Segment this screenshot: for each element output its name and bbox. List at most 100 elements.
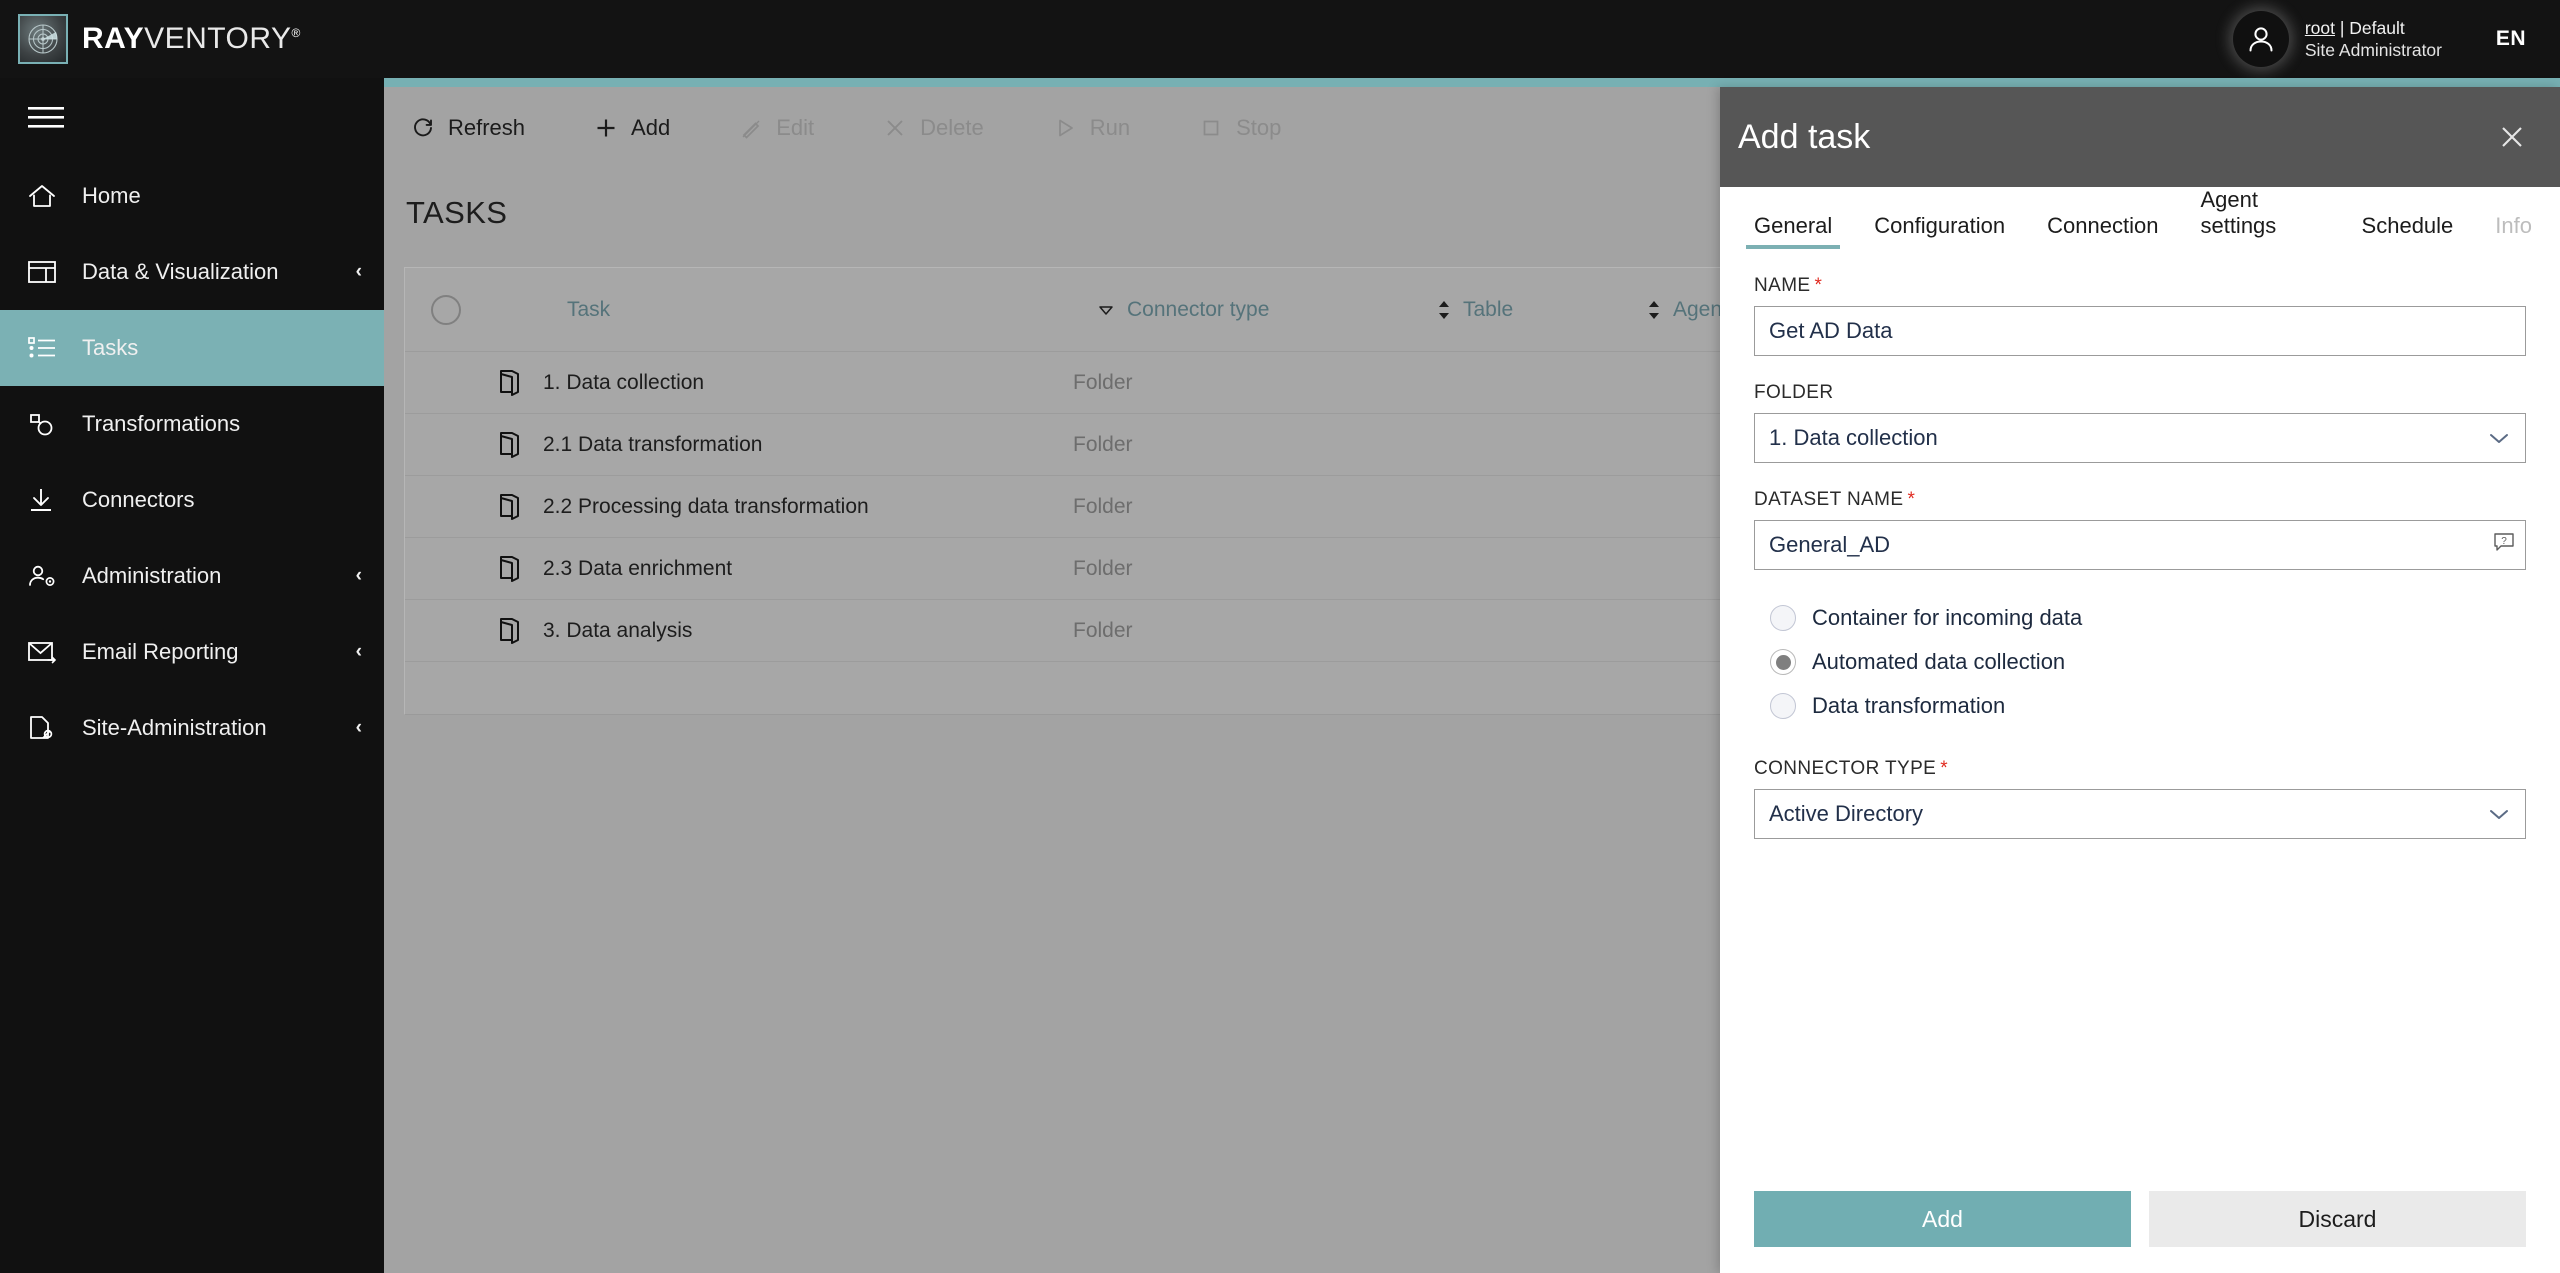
sidebar-item-tasks[interactable]: Tasks [0, 310, 384, 386]
column-label: Task [567, 297, 611, 321]
field-connector-type: CONNECTOR TYPE * Active Directory [1754, 758, 2526, 839]
stop-icon [1200, 117, 1224, 139]
home-icon [28, 183, 72, 209]
sidebar-item-label: Site-Administration [82, 715, 267, 740]
dataset-name-input[interactable]: General_AD ? [1754, 520, 2526, 570]
dataset-name-label: DATASET NAME * [1754, 489, 2526, 511]
accent-bar [0, 78, 2560, 87]
column-header-connector-type[interactable]: Connector type [1097, 298, 1437, 322]
task-name: 2.1 Data transformation [543, 432, 763, 456]
user-menu[interactable]: root | Default Site Administrator [2232, 0, 2442, 78]
sidebar-item-data-visualization[interactable]: Data & Visualization ‹ [0, 234, 384, 310]
connector-type-select[interactable]: Active Directory [1754, 789, 2526, 839]
help-tooltip-icon[interactable]: ? [2493, 531, 2515, 559]
sidebar-item-transformations[interactable]: Transformations [0, 386, 384, 462]
connector-type: Folder [1073, 432, 1133, 456]
tab-agent-settings[interactable]: Agent settings [2186, 187, 2333, 249]
sidebar-item-label: Data & Visualization [82, 259, 279, 284]
transformations-icon [28, 411, 72, 437]
connector-type-label-text: CONNECTOR TYPE [1754, 758, 1937, 779]
name-input[interactable]: Get AD Data [1754, 306, 2526, 356]
radio-automated-data-collection[interactable]: Automated data collection [1770, 640, 2526, 684]
add-button[interactable]: Add [595, 115, 700, 141]
add-task-button[interactable]: Add [1754, 1191, 2131, 1247]
connector-type: Folder [1073, 494, 1133, 518]
user-info: root | Default Site Administrator [2305, 17, 2442, 62]
user-login-link[interactable]: root [2305, 18, 2335, 38]
play-icon [1054, 117, 1078, 139]
brand-registered: ® [291, 26, 301, 40]
chevron-left-icon: ‹ [355, 565, 362, 586]
plus-icon [595, 117, 619, 139]
task-name: 1. Data collection [543, 370, 705, 394]
brand-name-bold: RAY [82, 22, 145, 55]
chevron-down-icon [2489, 425, 2509, 451]
folder-label: FOLDER [1754, 382, 1834, 403]
dataset-name-label-text: DATASET NAME [1754, 489, 1904, 510]
brand-wordmark: RAYVENTORY® [82, 22, 301, 56]
user-account-line: root | Default [2305, 17, 2442, 39]
add-task-panel: Add task General Configuration Connectio… [1720, 87, 2560, 1273]
radio-label: Container for incoming data [1812, 605, 2083, 630]
tab-configuration[interactable]: Configuration [1860, 213, 2019, 249]
sidebar-item-administration[interactable]: Administration ‹ [0, 538, 384, 614]
folder-select[interactable]: 1. Data collection [1754, 413, 2526, 463]
hamburger-menu-icon[interactable] [0, 78, 384, 158]
sidebar-item-label: Connectors [82, 487, 195, 512]
dataset-name-value: General_AD [1769, 532, 1891, 557]
sort-both-icon [1437, 299, 1451, 321]
x-icon [884, 117, 908, 139]
tab-connection[interactable]: Connection [2033, 213, 2172, 249]
column-header-task[interactable]: Task [567, 298, 1097, 322]
name-label: NAME * [1754, 275, 2526, 297]
run-label: Run [1089, 115, 1131, 140]
app-root: RAYVENTORY® root | Default Site Administ… [0, 0, 2560, 1273]
delete-label: Delete [920, 115, 984, 140]
user-tenant: | Default [2335, 17, 2405, 38]
delete-button: Delete [884, 115, 1014, 141]
tab-schedule[interactable]: Schedule [2348, 213, 2468, 249]
refresh-label: Refresh [448, 115, 526, 140]
edit-label: Edit [776, 115, 815, 140]
name-value: Get AD Data [1769, 318, 1893, 343]
refresh-button[interactable]: Refresh [412, 115, 555, 141]
radio-button[interactable] [1770, 649, 1796, 675]
field-dataset-name: DATASET NAME * General_AD ? [1754, 489, 2526, 570]
add-label: Add [631, 115, 671, 140]
select-all-circle-icon[interactable] [431, 294, 461, 325]
run-button: Run [1054, 115, 1160, 141]
column-header-table[interactable]: Table [1437, 298, 1647, 322]
sidebar-item-label: Tasks [82, 335, 139, 360]
connector-type-value: Active Directory [1769, 801, 1924, 826]
sidebar-item-email-reporting[interactable]: Email Reporting ‹ [0, 614, 384, 690]
name-label-text: NAME [1754, 275, 1811, 296]
sidebar-item-site-administration[interactable]: Site-Administration ‹ [0, 690, 384, 766]
column-label: Table [1463, 297, 1514, 321]
tab-general[interactable]: General [1740, 213, 1846, 249]
radio-button[interactable] [1770, 693, 1796, 719]
connector-type: Folder [1073, 370, 1133, 394]
sidebar: Home Data & Visualization ‹ Tasks Transf… [0, 78, 384, 1273]
task-name: 3. Data analysis [543, 618, 693, 642]
sort-both-icon [1647, 299, 1661, 321]
svg-text:?: ? [2501, 536, 2507, 547]
tab-info: Info [2495, 213, 2532, 238]
sidebar-item-connectors[interactable]: Connectors [0, 462, 384, 538]
discard-button[interactable]: Discard [2149, 1191, 2526, 1247]
stop-button: Stop [1200, 115, 1311, 141]
language-selector[interactable]: EN [2496, 0, 2526, 78]
radio-data-transformation[interactable]: Data transformation [1770, 684, 2526, 728]
required-asterisk: * [1814, 275, 1823, 296]
brand-logo[interactable]: RAYVENTORY® [18, 14, 301, 64]
user-role: Site Administrator [2304, 40, 2442, 60]
general-form: NAME * Get AD Data FOLDER 1. Data collect… [1720, 249, 2560, 839]
panel-title: Add task [1738, 117, 1871, 156]
close-icon[interactable] [2492, 117, 2532, 157]
radio-button[interactable] [1770, 605, 1796, 631]
column-label: Connector type [1127, 297, 1270, 321]
chevron-left-icon: ‹ [355, 261, 362, 282]
sidebar-item-label: Email Reporting [82, 639, 239, 664]
radio-container-for-incoming-data[interactable]: Container for incoming data [1770, 596, 2526, 640]
sidebar-item-home[interactable]: Home [0, 158, 384, 234]
edit-button: Edit [740, 115, 844, 141]
